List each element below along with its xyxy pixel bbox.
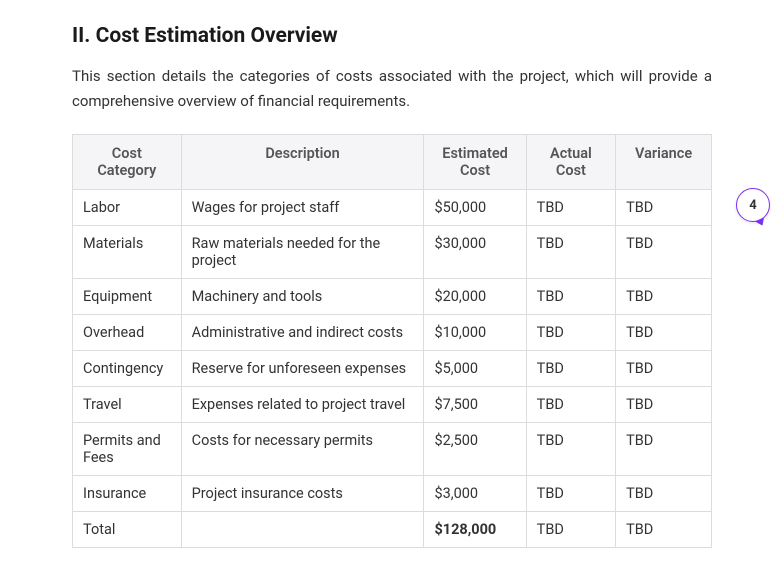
cell-category: Insurance — [73, 475, 182, 511]
cell-variance: TBD — [616, 422, 712, 475]
cost-table: Cost Category Description Estimated Cost… — [72, 134, 712, 548]
cell-category: Permits and Fees — [73, 422, 182, 475]
cell-variance: TBD — [616, 386, 712, 422]
cell-category: Overhead — [73, 314, 182, 350]
table-total-row: Total$128,000TBDTBD — [73, 511, 712, 547]
table-row: LaborWages for project staff$50,000TBDTB… — [73, 189, 712, 225]
table-row: MaterialsRaw materials needed for the pr… — [73, 225, 712, 278]
cell-estimated: $20,000 — [424, 278, 526, 314]
cell-actual: TBD — [526, 225, 615, 278]
comment-count: 4 — [749, 198, 756, 213]
cell-variance: TBD — [616, 225, 712, 278]
cell-description: Project insurance costs — [181, 475, 424, 511]
cell-estimated: $2,500 — [424, 422, 526, 475]
table-row: InsuranceProject insurance costs$3,000TB… — [73, 475, 712, 511]
cell-actual: TBD — [526, 189, 615, 225]
cell-description: Costs for necessary permits — [181, 422, 424, 475]
cell-variance: TBD — [616, 350, 712, 386]
cell-description: Reserve for unforeseen expenses — [181, 350, 424, 386]
cell-variance: TBD — [616, 278, 712, 314]
cell-variance: TBD — [616, 314, 712, 350]
cell-actual: TBD — [526, 475, 615, 511]
cell-actual: TBD — [526, 350, 615, 386]
col-actual: Actual Cost — [526, 134, 615, 189]
cell-variance: TBD — [616, 475, 712, 511]
cell-category: Travel — [73, 386, 182, 422]
cell-actual: TBD — [526, 511, 615, 547]
section-intro: This section details the categories of c… — [72, 64, 712, 114]
cell-description — [181, 511, 424, 547]
cell-actual: TBD — [526, 314, 615, 350]
col-description: Description — [181, 134, 424, 189]
cell-description: Raw materials needed for the project — [181, 225, 424, 278]
table-row: TravelExpenses related to project travel… — [73, 386, 712, 422]
col-estimated: Estimated Cost — [424, 134, 526, 189]
cell-estimated: $10,000 — [424, 314, 526, 350]
cell-estimated: $128,000 — [424, 511, 526, 547]
table-row: EquipmentMachinery and tools$20,000TBDTB… — [73, 278, 712, 314]
cell-description: Expenses related to project travel — [181, 386, 424, 422]
cell-description: Wages for project staff — [181, 189, 424, 225]
cell-variance: TBD — [616, 511, 712, 547]
cell-category: Total — [73, 511, 182, 547]
table-row: Permits and FeesCosts for necessary perm… — [73, 422, 712, 475]
table-row: OverheadAdministrative and indirect cost… — [73, 314, 712, 350]
cell-estimated: $7,500 — [424, 386, 526, 422]
cell-variance: TBD — [616, 189, 712, 225]
cell-estimated: $50,000 — [424, 189, 526, 225]
cell-category: Materials — [73, 225, 182, 278]
cell-actual: TBD — [526, 386, 615, 422]
table-row: ContingencyReserve for unforeseen expens… — [73, 350, 712, 386]
col-category: Cost Category — [73, 134, 182, 189]
cell-description: Administrative and indirect costs — [181, 314, 424, 350]
col-variance: Variance — [616, 134, 712, 189]
cell-actual: TBD — [526, 422, 615, 475]
comment-bubble[interactable]: 4 — [736, 188, 770, 222]
section-heading: II. Cost Estimation Overview — [72, 24, 712, 48]
cell-actual: TBD — [526, 278, 615, 314]
cell-description: Machinery and tools — [181, 278, 424, 314]
cell-category: Contingency — [73, 350, 182, 386]
cell-estimated: $3,000 — [424, 475, 526, 511]
table-header-row: Cost Category Description Estimated Cost… — [73, 134, 712, 189]
cell-category: Equipment — [73, 278, 182, 314]
cell-category: Labor — [73, 189, 182, 225]
cell-estimated: $30,000 — [424, 225, 526, 278]
cell-estimated: $5,000 — [424, 350, 526, 386]
